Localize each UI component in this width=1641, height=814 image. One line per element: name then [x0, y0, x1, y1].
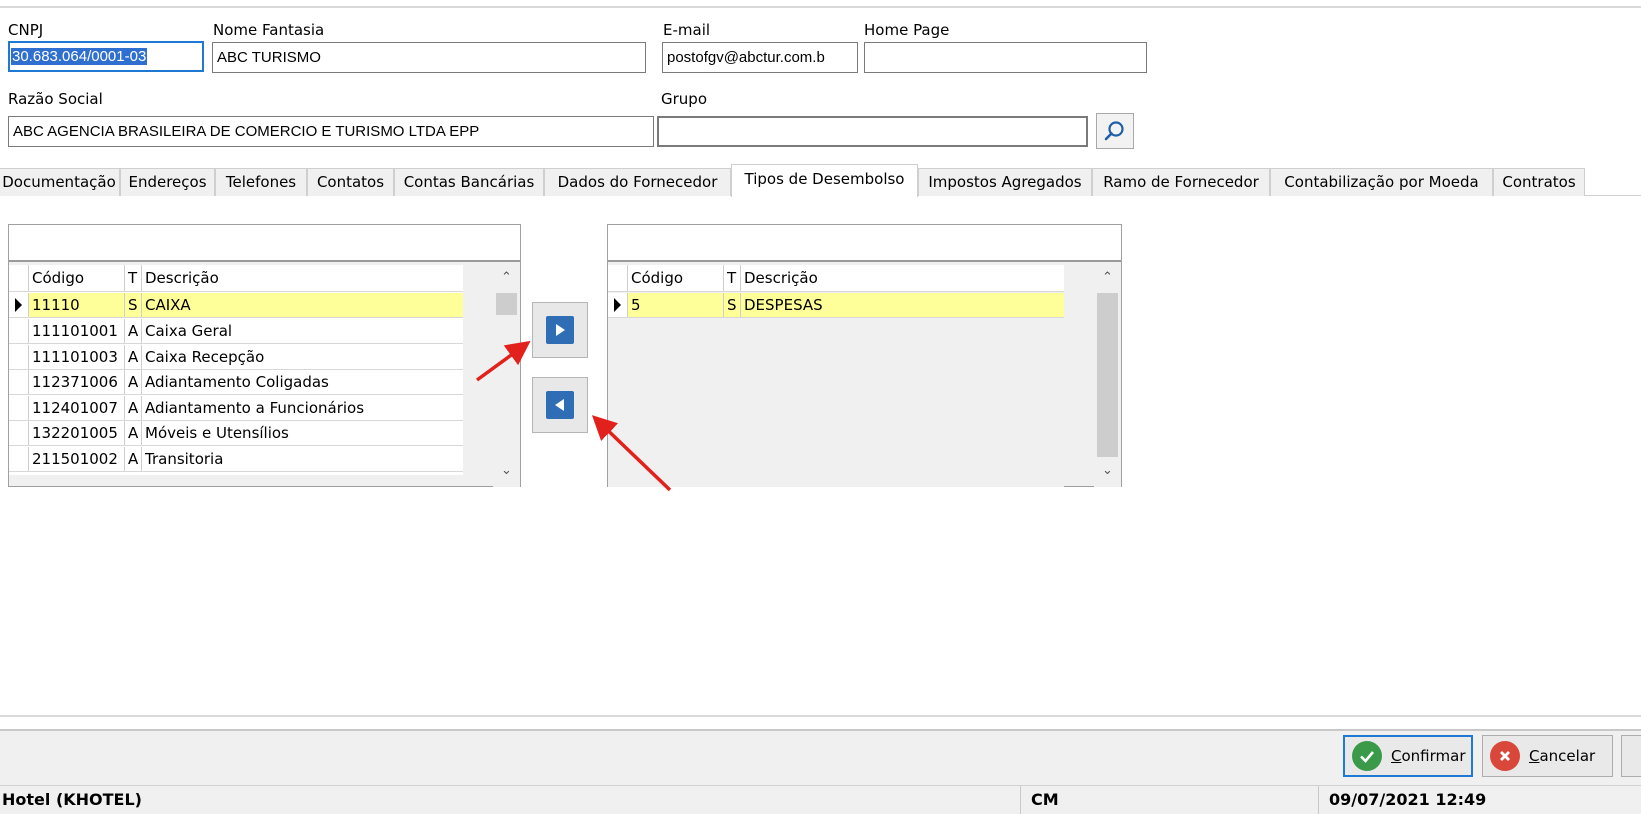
status-datetime: 09/07/2021 12:49 [1318, 786, 1486, 814]
annotation-arrow-icon [591, 415, 672, 492]
annotation-arrows [475, 340, 1325, 762]
status-user: CM [1020, 786, 1059, 814]
check-icon [1352, 741, 1382, 771]
status-hotel: Hotel (KHOTEL) [2, 790, 142, 809]
footer-divider [0, 715, 1641, 717]
close-icon [1490, 741, 1520, 771]
confirm-button[interactable]: Confirmar [1343, 735, 1473, 777]
cancel-button[interactable]: Cancelar [1482, 735, 1613, 777]
action-bar: Confirmar Cancelar [0, 731, 1641, 785]
status-bar: Hotel (KHOTEL) CM 09/07/2021 12:49 [0, 785, 1641, 814]
extra-button[interactable] [1621, 735, 1641, 777]
tab-tipos-desembolso[interactable]: Tipos de Desembolso [731, 164, 918, 197]
annotation-arrow-icon [475, 340, 531, 382]
